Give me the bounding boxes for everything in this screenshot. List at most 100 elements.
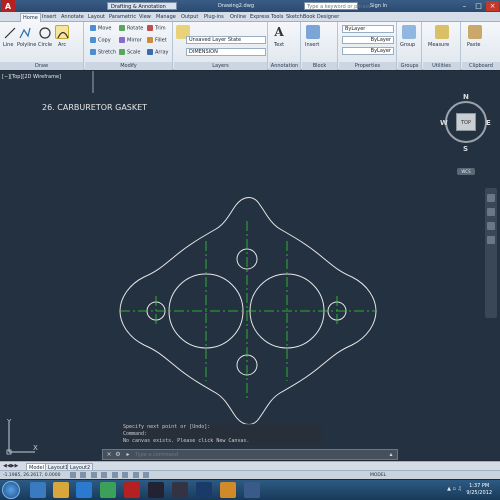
lineweight-toggle[interactable] xyxy=(143,472,150,478)
utilities-panel-title[interactable]: Utilities xyxy=(423,62,460,70)
app-icon-2[interactable] xyxy=(172,482,188,498)
dynamic-input-toggle[interactable] xyxy=(132,472,139,478)
close-icon[interactable]: × xyxy=(105,451,113,459)
pan-icon[interactable] xyxy=(487,208,495,216)
ortho-toggle[interactable] xyxy=(90,472,97,478)
navigation-bar[interactable] xyxy=(485,188,497,318)
linetype-dropdown[interactable]: ByLayer xyxy=(342,36,394,44)
fillet-tool[interactable]: Fillet xyxy=(147,37,167,44)
clipboard-panel: Paste Clipboard xyxy=(462,22,500,70)
sign-in-link[interactable]: Sign In xyxy=(370,2,387,10)
groups-panel-title[interactable]: Groups xyxy=(398,62,421,70)
annotation-panel: A Text Annotation xyxy=(269,22,301,70)
tab-online[interactable]: Online xyxy=(230,13,246,22)
viewcube-top-face[interactable]: TOP xyxy=(456,113,476,131)
array-label: Array xyxy=(155,49,169,56)
polar-toggle[interactable] xyxy=(101,472,108,478)
workspace-dropdown[interactable]: Drafting & Annotation xyxy=(107,2,177,10)
move-tool[interactable]: Move xyxy=(90,25,111,32)
tab-plug-ins[interactable]: Plug-ins xyxy=(204,13,224,22)
snap-toggle[interactable] xyxy=(70,472,76,478)
block-panel-title[interactable]: Block xyxy=(302,62,337,70)
app-icon-3[interactable] xyxy=(220,482,236,498)
recent-commands-icon[interactable]: ▸ xyxy=(124,451,132,459)
move-icon xyxy=(90,25,96,31)
chrome-icon[interactable] xyxy=(30,482,46,498)
lineweight-dropdown[interactable]: ByLayer xyxy=(342,47,394,55)
layers-panel-title[interactable]: Layers xyxy=(174,62,267,70)
copy-tool[interactable]: Copy xyxy=(90,37,111,44)
photoshop-icon[interactable] xyxy=(196,482,212,498)
draw-panel-title[interactable]: Draw xyxy=(0,62,83,70)
model-space-button[interactable]: MODEL xyxy=(370,473,386,478)
viewcube[interactable]: N S E W TOP xyxy=(440,93,492,159)
compass-west[interactable]: W xyxy=(440,119,448,127)
color-dropdown[interactable]: ByLayer xyxy=(342,25,394,33)
trim-tool[interactable]: Trim xyxy=(147,25,166,32)
compass-north[interactable]: N xyxy=(463,93,469,101)
tab-parametric[interactable]: Parametric xyxy=(109,13,136,22)
scale-tool[interactable]: Scale xyxy=(119,49,140,56)
close-button[interactable]: × xyxy=(486,1,499,11)
annotation-panel-title[interactable]: Annotation xyxy=(269,62,300,70)
text-tool[interactable]: Text xyxy=(274,42,284,48)
media-icon[interactable] xyxy=(100,482,116,498)
internet-explorer-icon[interactable] xyxy=(76,482,92,498)
properties-panel-title[interactable]: Properties xyxy=(339,62,396,70)
steering-wheel-icon[interactable] xyxy=(487,194,495,202)
insert-tool[interactable]: Insert xyxy=(305,42,319,48)
compass-south[interactable]: S xyxy=(463,145,468,153)
zoom-icon[interactable] xyxy=(487,222,495,230)
measure-tool[interactable]: Measure xyxy=(428,42,449,48)
tab-sketchbook-designer[interactable]: SketchBook Designer xyxy=(286,13,339,22)
rotate-icon xyxy=(119,25,125,31)
system-tray[interactable]: ▲ ▫ ♫ xyxy=(447,486,462,492)
circle-tool[interactable]: Circle xyxy=(38,42,52,48)
grid-toggle[interactable] xyxy=(80,472,87,478)
minimize-button[interactable]: – xyxy=(458,1,471,11)
search-input[interactable]: Type a keyword or phrase xyxy=(304,2,371,10)
tab-layout[interactable]: Layout xyxy=(88,13,105,22)
polyline-tool[interactable]: Polyline xyxy=(17,42,36,48)
modify-panel-title[interactable]: Modify xyxy=(85,62,172,70)
app-icon-1[interactable] xyxy=(148,482,164,498)
tab-nav-arrows-icon[interactable]: ◀◀▶▶ xyxy=(3,463,18,469)
tab-insert[interactable]: Insert xyxy=(42,13,56,22)
osnap-toggle[interactable] xyxy=(111,472,118,478)
current-layer-dropdown[interactable]: DIMENSION xyxy=(186,48,266,56)
autocad-icon[interactable] xyxy=(124,482,140,498)
wcs-menu[interactable]: WCS xyxy=(457,168,475,175)
mirror-tool[interactable]: Mirror xyxy=(119,37,142,44)
stretch-tool[interactable]: Stretch xyxy=(90,49,116,56)
tab-manage[interactable]: Manage xyxy=(156,13,176,22)
paste-tool[interactable]: Paste xyxy=(467,42,481,48)
orbit-icon[interactable] xyxy=(487,236,495,244)
arc-tool[interactable]: Arc xyxy=(58,42,66,48)
copy-label: Copy xyxy=(98,37,111,44)
maximize-button[interactable]: □ xyxy=(472,1,485,11)
group-tool[interactable]: Group xyxy=(400,42,415,48)
layer-state-dropdown[interactable]: Unsaved Layer State xyxy=(186,36,266,44)
group-icon xyxy=(402,25,416,39)
chevron-up-icon[interactable]: ▴ xyxy=(387,451,395,459)
compass-east[interactable]: E xyxy=(486,119,491,127)
folder-icon[interactable] xyxy=(53,482,69,498)
tab-annotate[interactable]: Annotate xyxy=(61,13,84,22)
rotate-tool[interactable]: Rotate xyxy=(119,25,143,32)
line-icon xyxy=(3,25,17,39)
tab-home[interactable]: Home xyxy=(20,13,41,22)
start-button[interactable] xyxy=(2,481,20,499)
command-line: × ⚙ ▸ ▴ xyxy=(102,449,398,460)
clipboard-panel-title[interactable]: Clipboard xyxy=(462,62,500,70)
taskbar-clock[interactable]: 1:37 PM 9/25/2012 xyxy=(466,483,492,497)
document-title: Drawing2.dwg xyxy=(218,3,254,9)
customize-icon[interactable]: ⚙ xyxy=(114,451,122,459)
array-tool[interactable]: Array xyxy=(147,49,168,56)
tab-express-tools[interactable]: Express Tools xyxy=(250,13,283,22)
line-tool[interactable]: Line xyxy=(3,42,13,48)
tab-view[interactable]: View xyxy=(139,13,151,22)
command-input[interactable] xyxy=(135,451,385,459)
app-icon-4[interactable] xyxy=(244,482,260,498)
otrack-toggle[interactable] xyxy=(122,472,129,478)
tab-output[interactable]: Output xyxy=(181,13,198,22)
